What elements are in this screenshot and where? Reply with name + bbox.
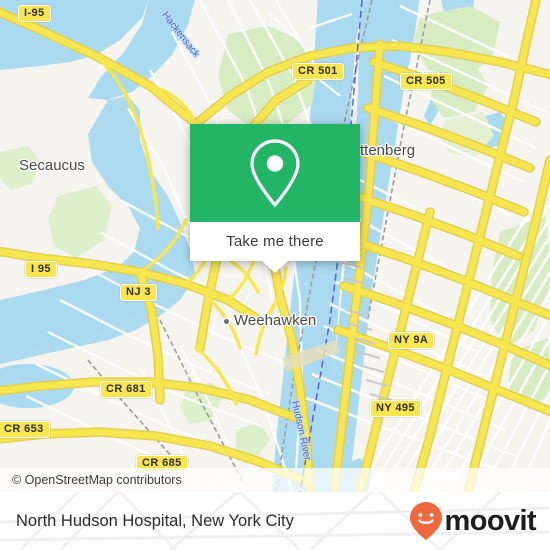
attribution-text: © OpenStreetMap contributors xyxy=(12,473,182,487)
road-shield-cr681[interactable]: CR 681 xyxy=(100,381,152,398)
take-me-there-label: Take me there xyxy=(226,233,324,250)
popup-tail-pointer xyxy=(262,261,288,273)
moovit-pin-smile-icon xyxy=(409,502,442,540)
road-shield-i95-north[interactable]: I-95 xyxy=(18,5,51,22)
map-pin-icon xyxy=(250,139,300,208)
place-label-secaucus: Secaucus xyxy=(19,157,85,174)
place-popup-card[interactable]: Take me there xyxy=(190,124,360,273)
road-shield-cr653[interactable]: CR 653 xyxy=(0,421,50,438)
road-shield-cr501[interactable]: CR 501 xyxy=(292,63,344,80)
moovit-brand[interactable]: moovit xyxy=(409,501,537,541)
road-shield-nj3[interactable]: NJ 3 xyxy=(120,284,157,301)
take-me-there-button[interactable]: Take me there xyxy=(190,222,360,261)
place-dot-weehawken xyxy=(224,319,229,324)
moovit-wordmark: moovit xyxy=(444,504,537,537)
road-shield-ny495[interactable]: NY 495 xyxy=(370,400,421,417)
moovit-map-screenshot: I-95 CR 501 CR 505 I 95 NJ 3 NY 9A CR 68… xyxy=(0,0,550,550)
place-label-weehawken: Weehawken xyxy=(234,312,317,329)
map-canvas[interactable]: I-95 CR 501 CR 505 I 95 NJ 3 NY 9A CR 68… xyxy=(0,0,550,492)
map-attribution[interactable]: © OpenStreetMap contributors xyxy=(0,468,550,492)
road-shield-i95[interactable]: I 95 xyxy=(25,261,57,278)
road-shield-ny9a[interactable]: NY 9A xyxy=(388,332,435,349)
popup-thumbnail xyxy=(190,124,360,222)
place-title: North Hudson Hospital, New York City xyxy=(16,511,294,530)
road-shield-cr505[interactable]: CR 505 xyxy=(400,73,452,90)
footer-bar: North Hudson Hospital, New York City moo… xyxy=(0,492,550,550)
